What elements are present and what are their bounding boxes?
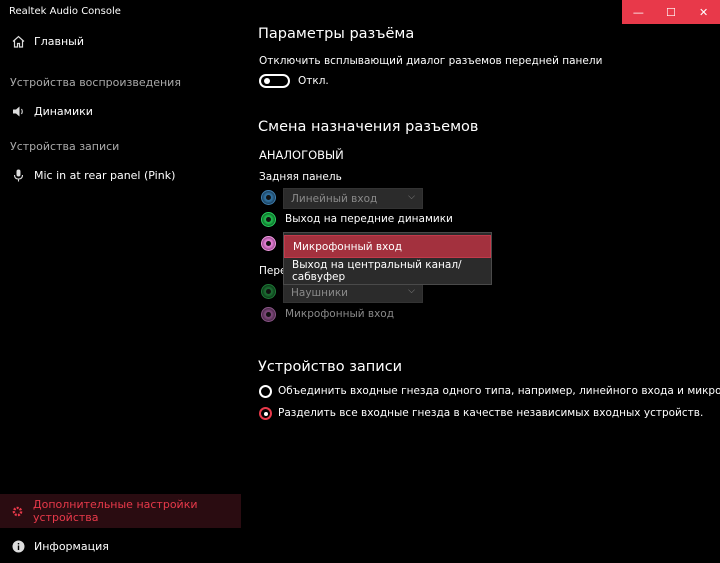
sidebar-item-speakers[interactable]: Динамики [0,94,241,128]
maximize-button[interactable]: ☐ [655,0,688,24]
app-title: Realtek Audio Console [9,6,121,17]
dropdown-option-mic-in[interactable]: Микрофонный вход [284,235,491,258]
sidebar-item-label: Mic in at rear panel (Pink) [34,168,176,182]
sidebar-item-advanced-settings[interactable]: Дополнительные настройки устройства [0,494,241,528]
toggle-knob [264,78,270,84]
select-value: Наушники [291,286,349,299]
recording-section-label: Устройства записи [10,140,120,153]
sidebar-item-label: Динамики [34,104,93,118]
toggle-state-label: Откл. [298,75,329,87]
radio-combine-inputs[interactable] [259,385,272,398]
disable-popup-label: Отключить всплывающий диалог разъемов пе… [259,55,603,67]
front-jack-pink-icon [261,307,276,322]
dropdown-option-center-sub-out[interactable]: Выход на центральный канал/сабвуфер [284,259,491,283]
rear-jack-blue-icon [261,190,276,205]
realtek-audio-console-window: Realtek Audio Console — ☐ ✕ Главный Устр… [0,0,720,563]
front-jack-pink-label: Микрофонный вход [285,308,394,320]
rear-jack-pink-dropdown: Микрофонный вход Выход на центральный ка… [283,232,492,285]
gear-icon [11,504,24,518]
home-icon [11,34,25,48]
analog-label: АНАЛОГОВЫЙ [259,148,344,162]
playback-section-label: Устройства воспроизведения [10,76,181,89]
speaker-icon [11,104,25,118]
reassign-jacks-title: Смена назначения разъемов [258,119,479,135]
chevron-down-icon: ⌵ [408,286,415,296]
close-button[interactable]: ✕ [687,0,720,24]
sidebar-item-label: Информация [34,539,109,553]
radio-dot [263,411,268,416]
microphone-icon [11,168,25,182]
rear-jack-green-label: Выход на передние динамики [285,213,453,225]
info-icon [11,539,25,553]
radio-separate-inputs[interactable] [259,407,272,420]
rear-jack-green-icon [261,212,276,227]
disable-popup-toggle[interactable] [259,74,290,88]
rear-jack-blue-select[interactable]: Линейный вход ⌵ [283,188,423,209]
window-controls: — ☐ ✕ [622,0,720,24]
rear-panel-label: Задняя панель [259,171,342,183]
minimize-button[interactable]: — [622,0,655,24]
select-value: Линейный вход [291,192,378,205]
sidebar-item-label: Главный [34,34,84,48]
sidebar-item-mic-rear-panel[interactable]: Mic in at rear panel (Pink) [0,158,241,192]
radio-separate-label: Разделить все входные гнезда в качестве … [278,407,704,419]
front-jack-green-icon [261,284,276,299]
title-bar: Realtek Audio Console — ☐ ✕ [0,0,720,24]
chevron-down-icon: ⌵ [408,192,415,202]
sidebar: Главный Устройства воспроизведения Динам… [0,24,241,563]
main-content: Параметры разъёма Отключить всплывающий … [241,24,720,563]
sidebar-item-label: Дополнительные настройки устройства [33,498,198,524]
sidebar-item-home[interactable]: Главный [0,24,241,58]
connector-settings-title: Параметры разъёма [258,26,415,42]
recording-device-title: Устройство записи [258,359,403,375]
rear-jack-pink-icon [261,236,276,251]
sidebar-item-information[interactable]: Информация [0,529,241,563]
front-jack-green-select[interactable]: Наушники ⌵ [283,282,423,303]
radio-combine-label: Объединить входные гнезда одного типа, н… [278,385,720,397]
